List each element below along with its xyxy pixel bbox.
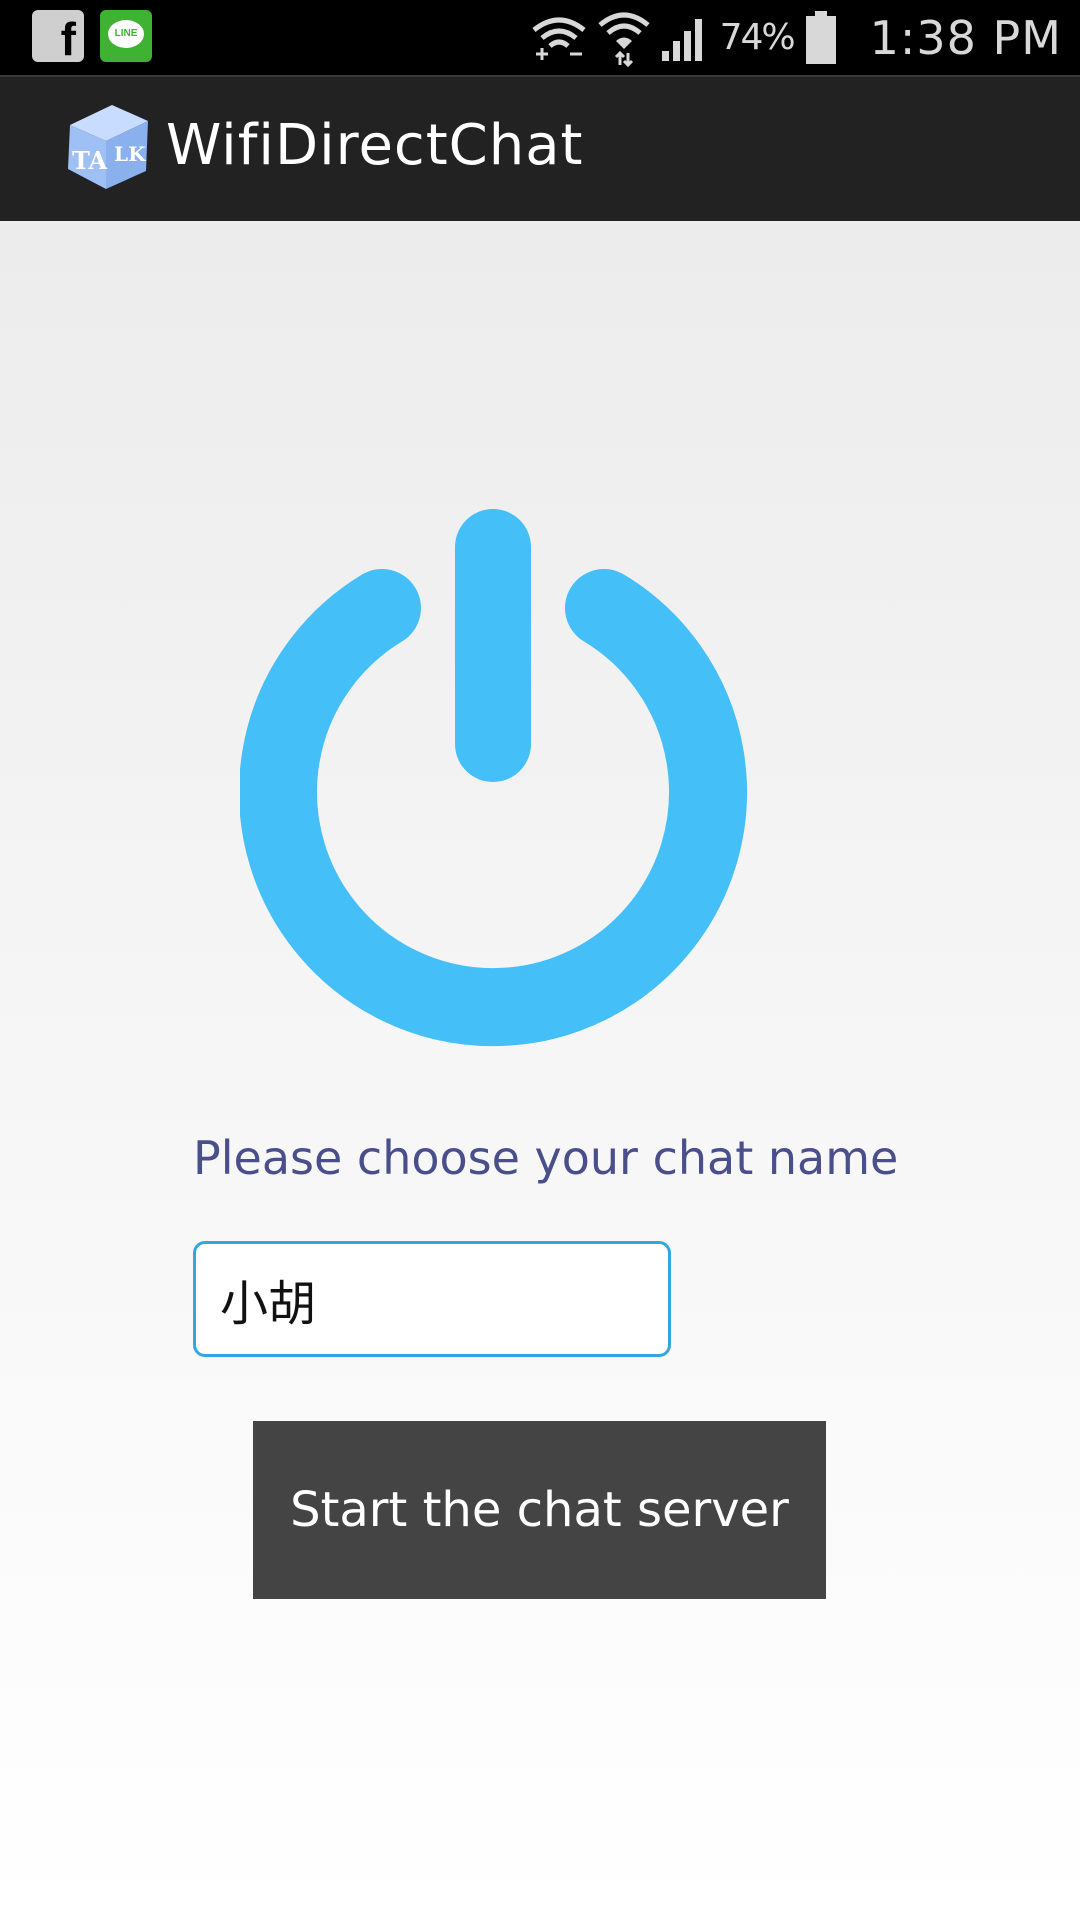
signal-icon — [661, 18, 702, 61]
battery-percent: 74% — [719, 17, 796, 58]
main-content: Please choose your chat name Start the c… — [0, 221, 1080, 1920]
power-icon[interactable] — [240, 506, 750, 1066]
clock: 1:38 PM — [869, 10, 1062, 65]
chat-name-input[interactable] — [193, 1241, 671, 1357]
facebook-notification-icon[interactable]: f — [32, 10, 84, 65]
start-chat-server-button[interactable]: Start the chat server — [253, 1421, 826, 1599]
talk-cube-app-icon[interactable]: TA LK — [60, 99, 154, 193]
svg-text:LK: LK — [114, 142, 146, 166]
app-title: WifiDirectChat — [166, 113, 584, 178]
status-bar: f LINE 74% 1:38 PM — [0, 0, 1080, 75]
line-glyph: LINE — [108, 20, 144, 48]
action-bar: TA LK WifiDirectChat — [0, 75, 1080, 221]
wifi-icon — [598, 12, 650, 67]
svg-text:TA: TA — [72, 146, 108, 175]
chat-name-prompt: Please choose your chat name — [193, 1131, 899, 1185]
battery-icon — [805, 10, 836, 64]
app-screen: f LINE 74% 1:38 PM TA LK WifiDirectChat … — [0, 0, 1080, 1920]
facebook-glyph: f — [60, 13, 76, 65]
status-icons: 74% 1:38 PM — [530, 0, 1062, 75]
line-notification-icon[interactable]: LINE — [100, 10, 152, 62]
wifi-direct-icon — [532, 17, 586, 60]
